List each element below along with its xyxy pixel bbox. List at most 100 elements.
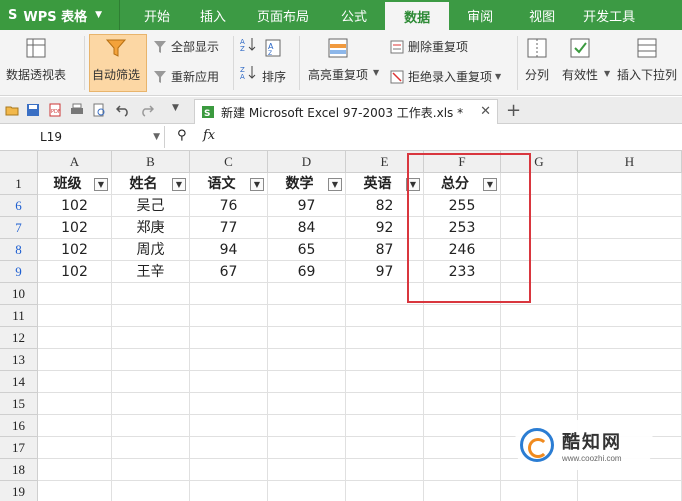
column-header-d[interactable]: D (268, 151, 346, 173)
autofilter-button[interactable]: 自动筛选 (92, 38, 140, 83)
chevron-down-icon[interactable]: ▼ (172, 103, 179, 113)
remove-duplicates-button[interactable]: 删除重复项 (390, 38, 468, 55)
table-cell[interactable] (38, 327, 112, 349)
table-cell[interactable] (190, 327, 268, 349)
row-header[interactable]: 6 (0, 195, 38, 217)
table-cell[interactable] (346, 437, 424, 459)
document-tab[interactable]: S 新建 Microsoft Excel 97-2003 工作表.xls * ✕ (194, 99, 498, 124)
table-cell[interactable] (578, 327, 682, 349)
filter-dropdown-icon[interactable]: ▼ (250, 178, 264, 191)
sort-custom-icon[interactable]: AZ (264, 38, 284, 61)
table-cell[interactable] (578, 261, 682, 283)
table-cell[interactable] (501, 349, 578, 371)
search-icon[interactable]: ⚲ (177, 128, 187, 143)
table-cell[interactable] (112, 283, 190, 305)
table-cell[interactable] (38, 437, 112, 459)
table-cell[interactable] (190, 459, 268, 481)
close-icon[interactable]: ✕ (480, 104, 491, 119)
sort-asc-icon[interactable]: AZ (240, 36, 256, 55)
table-cell[interactable] (346, 393, 424, 415)
table-cell[interactable]: 94 (190, 239, 268, 261)
table-cell[interactable] (268, 349, 346, 371)
table-cell[interactable]: 郑庚 (112, 217, 190, 239)
table-cell[interactable]: 王辛 (112, 261, 190, 283)
function-icon[interactable]: fx (203, 128, 215, 143)
chevron-down-icon[interactable]: ▼ (153, 126, 160, 148)
table-cell[interactable] (578, 305, 682, 327)
table-cell[interactable] (112, 371, 190, 393)
table-cell[interactable] (112, 481, 190, 501)
row-header[interactable]: 11 (0, 305, 38, 327)
table-cell[interactable] (578, 239, 682, 261)
table-cell[interactable] (424, 459, 501, 481)
table-cell[interactable] (190, 393, 268, 415)
table-cell[interactable] (424, 415, 501, 437)
row-header[interactable]: 19 (0, 481, 38, 501)
table-cell[interactable] (578, 371, 682, 393)
show-all-button[interactable]: 全部显示 (153, 38, 219, 55)
table-cell[interactable] (112, 349, 190, 371)
table-cell[interactable] (112, 437, 190, 459)
redo-icon[interactable] (140, 103, 154, 117)
header-cell[interactable] (578, 173, 682, 195)
table-cell[interactable] (38, 415, 112, 437)
column-header-b[interactable]: B (112, 151, 190, 173)
table-cell[interactable] (268, 481, 346, 501)
table-cell[interactable] (38, 393, 112, 415)
table-cell[interactable] (424, 305, 501, 327)
tab-page-layout[interactable]: 页面布局 (243, 0, 323, 30)
table-cell[interactable] (501, 327, 578, 349)
row-header[interactable]: 14 (0, 371, 38, 393)
name-box[interactable]: L19 ▼ (0, 126, 165, 148)
table-cell[interactable]: 69 (268, 261, 346, 283)
row-header[interactable]: 16 (0, 415, 38, 437)
table-cell[interactable] (190, 349, 268, 371)
validity-button[interactable]: 有效性 (562, 38, 598, 83)
row-header[interactable]: 12 (0, 327, 38, 349)
table-cell[interactable] (112, 305, 190, 327)
row-header[interactable]: 7 (0, 217, 38, 239)
table-cell[interactable] (424, 349, 501, 371)
row-header[interactable]: 13 (0, 349, 38, 371)
table-cell[interactable] (578, 393, 682, 415)
filter-active-icon[interactable]: ▼ (94, 178, 108, 191)
table-cell[interactable]: 76 (190, 195, 268, 217)
chevron-down-icon[interactable]: ▼ (373, 68, 379, 77)
chevron-down-icon[interactable]: ▼ (604, 69, 610, 78)
table-cell[interactable] (578, 217, 682, 239)
table-cell[interactable] (38, 283, 112, 305)
table-cell[interactable]: 77 (190, 217, 268, 239)
table-cell[interactable] (268, 393, 346, 415)
row-header[interactable]: 15 (0, 393, 38, 415)
column-header-h[interactable]: H (578, 151, 682, 173)
table-cell[interactable] (268, 437, 346, 459)
new-tab-icon[interactable]: + (506, 100, 521, 121)
table-cell[interactable] (424, 393, 501, 415)
table-cell[interactable] (268, 459, 346, 481)
save-icon[interactable] (26, 103, 40, 117)
table-cell[interactable]: 65 (268, 239, 346, 261)
table-cell[interactable] (190, 415, 268, 437)
split-column-button[interactable]: 分列 (525, 38, 549, 83)
highlight-duplicates-button[interactable]: 高亮重复项 (308, 38, 368, 83)
table-cell[interactable] (268, 283, 346, 305)
table-cell[interactable] (578, 349, 682, 371)
export-pdf-icon[interactable]: PDF (48, 103, 62, 117)
table-cell[interactable]: 102 (38, 239, 112, 261)
table-cell[interactable] (501, 481, 578, 501)
table-cell[interactable]: 84 (268, 217, 346, 239)
table-cell[interactable] (501, 305, 578, 327)
table-cell[interactable] (346, 459, 424, 481)
undo-icon[interactable] (116, 103, 130, 117)
table-cell[interactable] (578, 481, 682, 501)
table-cell[interactable] (38, 459, 112, 481)
row-header[interactable]: 8 (0, 239, 38, 261)
table-cell[interactable] (268, 415, 346, 437)
filter-dropdown-icon[interactable]: ▼ (172, 178, 186, 191)
table-cell[interactable] (424, 437, 501, 459)
row-header[interactable]: 9 (0, 261, 38, 283)
table-cell[interactable]: 102 (38, 195, 112, 217)
print-preview-icon[interactable] (92, 103, 106, 117)
table-cell[interactable] (190, 371, 268, 393)
column-header-a[interactable]: A (38, 151, 112, 173)
